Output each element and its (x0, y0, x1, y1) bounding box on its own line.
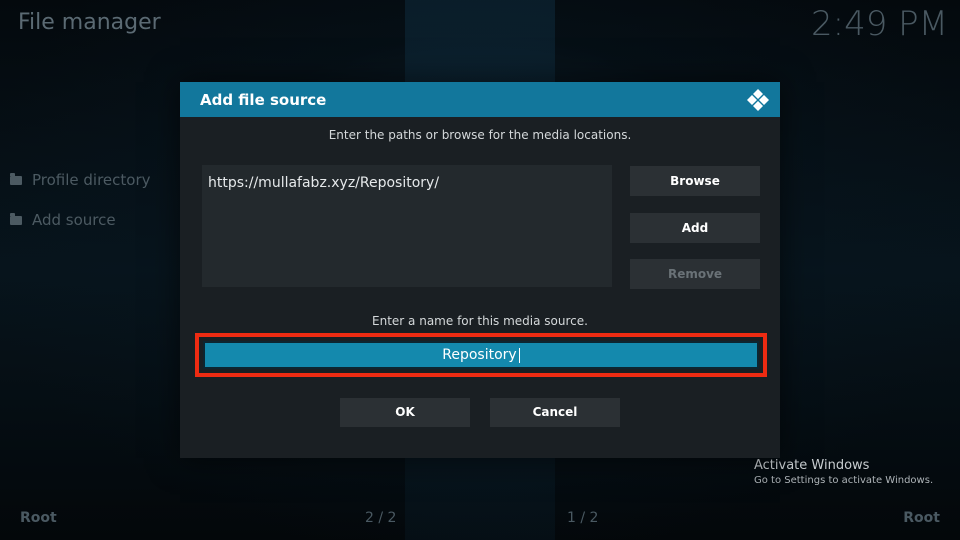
footer-right-page-count: 1 / 2 (567, 510, 599, 526)
path-entry[interactable]: https://mullafabz.xyz/Repository/ (208, 175, 439, 191)
source-list: Profile directory Add source (10, 170, 151, 250)
folder-icon (10, 172, 22, 185)
paths-instruction: Enter the paths or browse for the media … (328, 128, 632, 142)
kodi-screen: File manager 2:49 PM Profile directory A… (0, 0, 960, 540)
source-item-label: Profile directory (32, 171, 151, 189)
name-instruction: Enter a name for this media source. (372, 314, 588, 328)
folder-icon (10, 212, 22, 225)
page-title: File manager (18, 10, 161, 35)
watermark-title: Activate Windows (754, 458, 870, 473)
text-caret (518, 347, 520, 363)
watermark-subtitle: Go to Settings to activate Windows. (754, 475, 934, 486)
ok-button[interactable]: OK (340, 398, 470, 427)
clock: 2:49 PM (811, 4, 948, 44)
source-item-label: Add source (32, 211, 116, 229)
remove-button[interactable]: Remove (630, 259, 760, 289)
media-source-name-value: Repository (442, 347, 517, 363)
dialog-title: Add file source (200, 91, 327, 109)
browse-button[interactable]: Browse (630, 166, 760, 196)
source-item-profile-directory[interactable]: Profile directory (10, 170, 151, 190)
windows-activation-watermark: Activate Windows Go to Settings to activ… (754, 458, 933, 486)
footer-left-page-count: 2 / 2 (365, 510, 397, 526)
footer-bar: Root 2 / 2 1 / 2 Root (0, 510, 960, 530)
path-list[interactable]: https://mullafabz.xyz/Repository/ (202, 165, 612, 287)
cancel-button[interactable]: Cancel (490, 398, 620, 427)
kodi-logo-icon (747, 89, 769, 111)
dialog-header: Add file source (180, 82, 780, 117)
add-file-source-dialog: Add file source Enter the paths or brows… (180, 82, 780, 458)
footer-right-label: Root (903, 510, 940, 526)
media-source-name-field[interactable]: Repository (203, 341, 759, 369)
source-item-add-source[interactable]: Add source (10, 210, 151, 230)
footer-left-label: Root (20, 510, 57, 526)
add-button[interactable]: Add (630, 213, 760, 243)
